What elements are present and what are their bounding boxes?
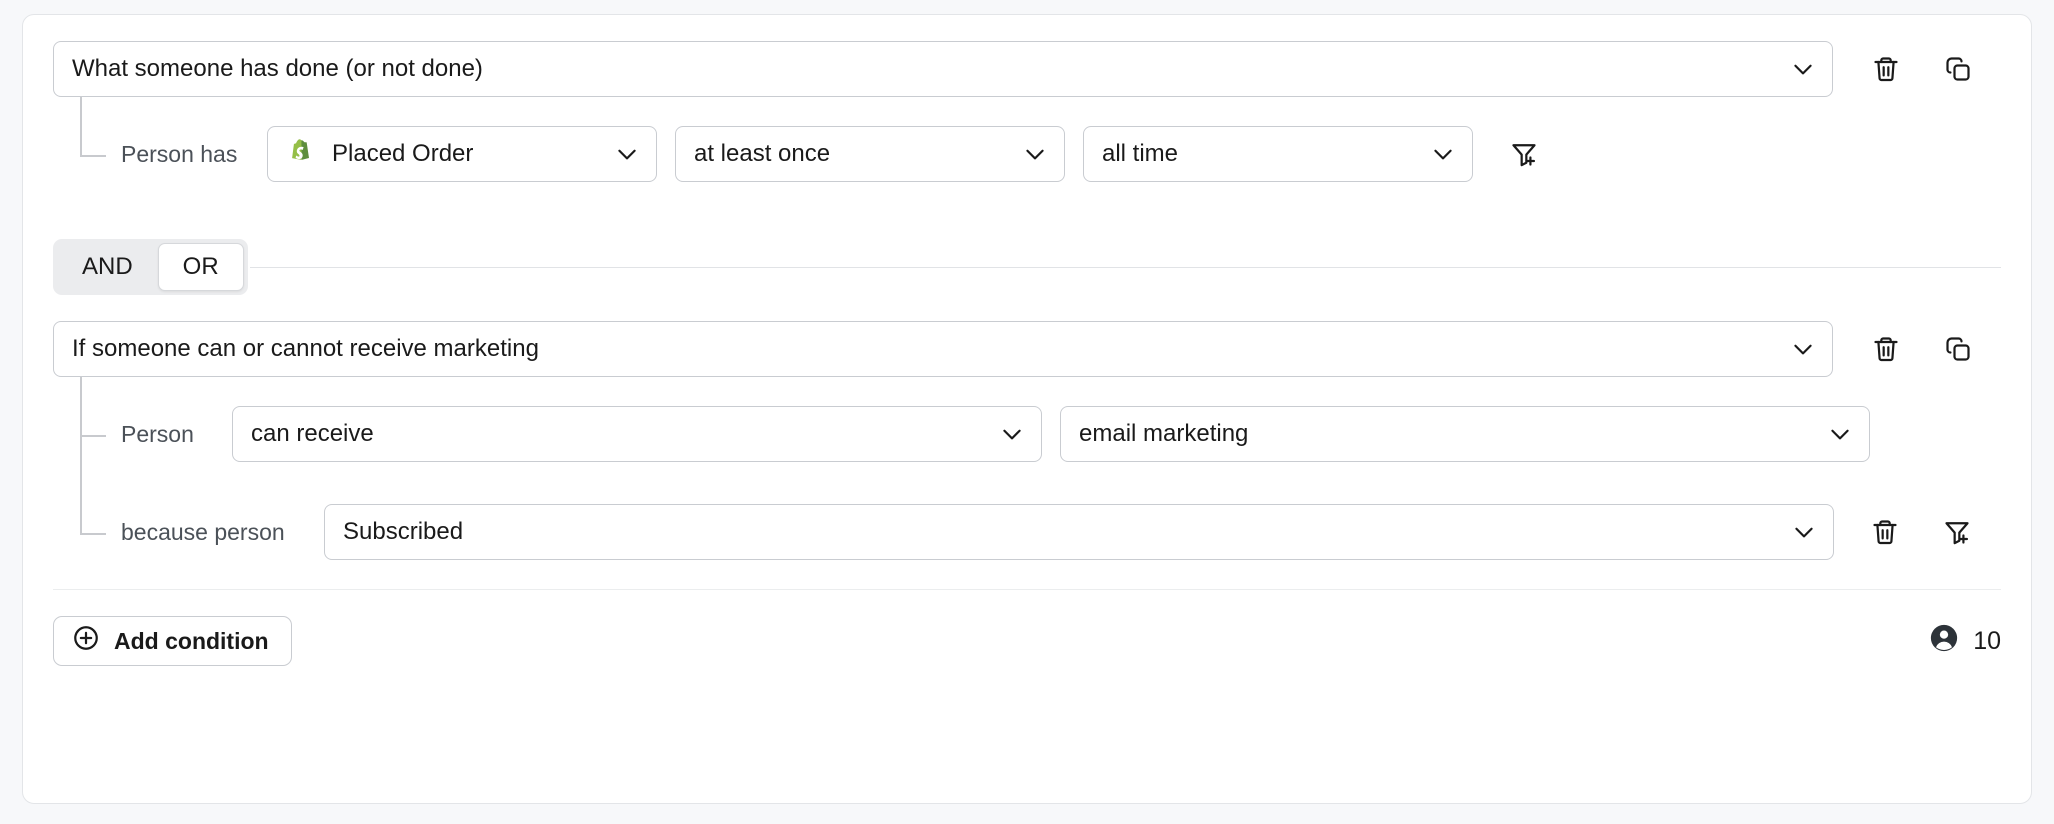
duplicate-condition-button-1[interactable]: [1935, 46, 1981, 92]
tree-elbow-2: [80, 533, 106, 535]
chevron-down-icon: [1022, 141, 1048, 167]
reason-value: Subscribed: [343, 520, 1781, 544]
delete-row-button-2-2[interactable]: [1862, 509, 1908, 555]
tree-elbow-1: [80, 155, 106, 157]
add-filter-button-1[interactable]: [1501, 131, 1547, 177]
copy-icon: [1944, 335, 1972, 363]
plus-circle-icon: [72, 624, 100, 658]
consent-value: can receive: [251, 422, 989, 446]
conditions-card: What someone has done (or not done): [22, 14, 2032, 804]
chevron-down-icon: [1430, 141, 1456, 167]
frequency-select[interactable]: at least once: [675, 126, 1065, 182]
add-condition-button[interactable]: Add condition: [53, 616, 292, 666]
segment-builder-page: What someone has done (or not done): [0, 0, 2054, 824]
card-footer: Add condition 10: [53, 590, 2001, 666]
shopify-icon: [286, 138, 316, 170]
add-condition-label: Add condition: [114, 628, 269, 655]
audience-count-value: 10: [1973, 627, 2001, 656]
logic-option-or[interactable]: OR: [158, 243, 244, 291]
condition-row-1-1: Person has Placed Order: [121, 126, 2001, 182]
add-filter-button-2[interactable]: [1934, 509, 1980, 555]
reason-select[interactable]: Subscribed: [324, 504, 1834, 560]
chevron-down-icon: [999, 421, 1025, 447]
condition-group-1: What someone has done (or not done): [53, 41, 2001, 213]
condition-rows-2: Person can receive email marketing: [53, 377, 2001, 589]
and-or-toggle[interactable]: AND OR: [53, 239, 248, 295]
condition-row-2-1: Person can receive email marketing: [121, 406, 2001, 462]
condition-type-row-2: If someone can or cannot receive marketi…: [53, 321, 2001, 377]
chevron-down-icon: [1791, 519, 1817, 545]
metric-value: Placed Order: [332, 142, 604, 166]
row-label-person-has: Person has: [121, 143, 247, 166]
filter-plus-icon: [1943, 518, 1971, 546]
consent-select[interactable]: can receive: [232, 406, 1042, 462]
frequency-value: at least once: [694, 142, 1012, 166]
delete-condition-button-1[interactable]: [1863, 46, 1909, 92]
trash-icon: [1872, 55, 1900, 83]
filter-plus-icon: [1510, 140, 1538, 168]
duplicate-condition-button-2[interactable]: [1935, 326, 1981, 372]
chevron-down-icon: [614, 141, 640, 167]
trash-icon: [1872, 335, 1900, 363]
copy-icon: [1944, 55, 1972, 83]
person-icon: [1929, 623, 1959, 660]
condition-type-select-1[interactable]: What someone has done (or not done): [53, 41, 1833, 97]
condition-rows-1: Person has Placed Order: [53, 97, 2001, 213]
trash-icon: [1871, 518, 1899, 546]
tree-vertical-2: [80, 377, 82, 535]
channel-value: email marketing: [1079, 422, 1817, 446]
tree-tee-2: [80, 435, 106, 437]
condition-type-value-1: What someone has done (or not done): [72, 57, 1780, 81]
condition-type-select-2[interactable]: If someone can or cannot receive marketi…: [53, 321, 1833, 377]
delete-condition-button-2[interactable]: [1863, 326, 1909, 372]
audience-count: 10: [1929, 623, 2001, 660]
timeframe-value: all time: [1102, 142, 1420, 166]
row-label-because-person: because person: [121, 521, 306, 544]
tree-vertical-1: [80, 97, 82, 157]
chevron-down-icon: [1790, 336, 1816, 362]
chevron-down-icon: [1790, 56, 1816, 82]
condition-type-value-2: If someone can or cannot receive marketi…: [72, 337, 1780, 361]
row-label-person: Person: [121, 423, 216, 446]
logic-option-and[interactable]: AND: [57, 243, 158, 291]
timeframe-select[interactable]: all time: [1083, 126, 1473, 182]
chevron-down-icon: [1827, 421, 1853, 447]
condition-type-row-1: What someone has done (or not done): [53, 41, 2001, 97]
logic-toggle-row: AND OR: [53, 239, 2001, 295]
condition-group-2: If someone can or cannot receive marketi…: [53, 321, 2001, 589]
metric-select[interactable]: Placed Order: [267, 126, 657, 182]
channel-select[interactable]: email marketing: [1060, 406, 1870, 462]
logic-divider: [250, 267, 2001, 268]
condition-row-2-2: because person Subscribed: [121, 504, 2001, 560]
